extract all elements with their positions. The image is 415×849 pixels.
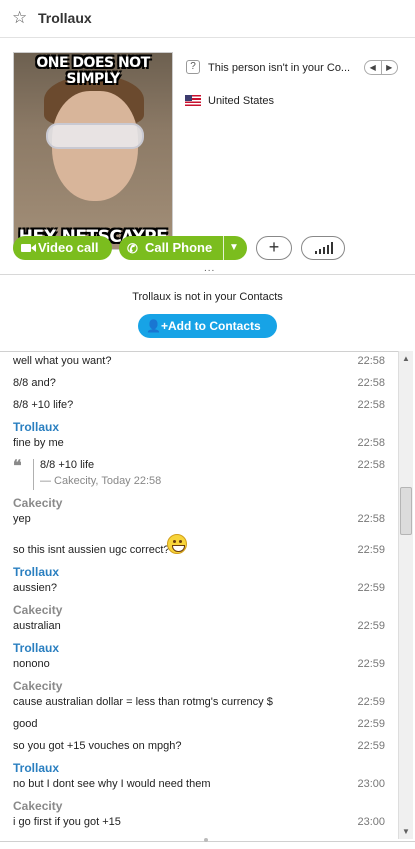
scroll-up-icon[interactable]: ▲ — [402, 354, 410, 363]
add-to-contacts-label: Add to Contacts — [168, 319, 261, 333]
message-text: i go first if you got +15 — [13, 816, 121, 828]
chevron-down-icon[interactable]: ▼ — [229, 236, 239, 260]
message-text: cause australian dollar = less than rotm… — [13, 696, 273, 708]
quote-icon: ❝ — [13, 458, 22, 475]
message-time: 22:58 — [357, 399, 385, 411]
message-time: 22:59 — [357, 696, 385, 708]
message-text: 8/8 +10 life? — [13, 399, 74, 411]
video-camera-icon — [21, 244, 36, 252]
add-person-icon: 👤+ — [146, 319, 168, 333]
message-text: no but I dont see why I would need them — [13, 778, 211, 790]
message-text: so this isnt aussien ugc correct? — [13, 544, 170, 556]
avatar[interactable]: ONE DOES NOT SIMPLY HEX NETSCAYPE — [13, 52, 173, 250]
more-handle[interactable]: ... — [204, 263, 215, 274]
call-phone-button[interactable]: ✆ Call Phone ▼ — [119, 236, 247, 260]
message-time: 23:00 — [357, 778, 385, 790]
avatar-glasses — [46, 123, 144, 149]
arrow-left-icon[interactable]: ◀ — [365, 61, 381, 74]
sender-name[interactable]: Trollaux — [13, 641, 59, 655]
divider — [0, 274, 415, 275]
sender-name[interactable]: Cakecity — [13, 679, 62, 693]
add-to-contacts-button[interactable]: 👤+ Add to Contacts — [138, 314, 277, 338]
chat-transcript[interactable] — [0, 351, 398, 839]
message-time: 22:58 — [357, 355, 385, 367]
contact-name: Trollaux — [38, 10, 92, 26]
message-time: 22:59 — [357, 740, 385, 752]
video-call-label: Video call — [38, 240, 99, 255]
phone-icon: ✆ — [127, 241, 138, 256]
sender-name[interactable]: Cakecity — [13, 496, 62, 510]
message-text: yep — [13, 513, 31, 525]
meme-top-text: ONE DOES NOT SIMPLY — [36, 55, 150, 87]
quoted-message-text: 8/8 +10 life — [40, 459, 95, 471]
message-time: 22:58 — [357, 437, 385, 449]
sender-name[interactable]: Trollaux — [13, 761, 59, 775]
message-time: 22:59 — [357, 658, 385, 670]
video-call-button[interactable]: Video call — [13, 236, 112, 260]
plus-icon: + — [268, 237, 280, 257]
sender-name[interactable]: Cakecity — [13, 799, 62, 813]
sender-name[interactable]: Cakecity — [13, 603, 62, 617]
message-time: 22:58 — [357, 513, 385, 525]
star-icon[interactable]: ☆ — [12, 8, 27, 28]
not-in-contacts-notice: Trollaux is not in your Contacts — [132, 291, 283, 303]
message-time: 22:58 — [357, 459, 385, 471]
message-time: 23:00 — [357, 816, 385, 828]
message-text: aussien? — [13, 582, 58, 594]
message-time: 22:59 — [357, 620, 385, 632]
country-label: United States — [208, 95, 275, 107]
add-participant-button[interactable]: + — [256, 236, 292, 260]
info-pager: ◀ ▶ — [364, 60, 398, 75]
scroll-thumb[interactable] — [400, 487, 412, 535]
message-text: nonono — [13, 658, 50, 670]
scroll-down-icon[interactable]: ▼ — [402, 827, 410, 836]
message-text: 8/8 and? — [13, 377, 56, 389]
message-text: australian — [13, 620, 61, 632]
message-text: well what you want? — [13, 355, 112, 367]
message-text: so you got +15 vouches on mpgh? — [13, 740, 182, 752]
message-text: good — [13, 718, 38, 730]
message-time: 22:59 — [357, 718, 385, 730]
call-button-separator — [223, 236, 224, 260]
message-time: 22:59 — [357, 544, 385, 556]
arrow-right-icon[interactable]: ▶ — [380, 61, 398, 74]
sender-name[interactable]: Trollaux — [13, 565, 59, 579]
sender-name[interactable]: Trollaux — [13, 420, 59, 434]
us-flag-icon — [185, 95, 201, 106]
message-time: 22:59 — [357, 582, 385, 594]
message-time: 22:58 — [357, 377, 385, 389]
resize-handle[interactable] — [204, 838, 208, 842]
grin-emoji-icon — [167, 534, 187, 554]
call-phone-label: Call Phone — [145, 240, 213, 255]
contact-status-text: This person isn't in your Co... — [208, 62, 351, 74]
quote-bar — [33, 459, 34, 490]
conversation-header: ☆ Trollaux — [0, 0, 415, 38]
message-text: fine by me — [13, 437, 64, 449]
call-quality-button[interactable] — [301, 236, 345, 260]
profile-panel: ONE DOES NOT SIMPLY HEX NETSCAYPE ? This… — [0, 38, 415, 250]
signal-bars-icon — [315, 242, 335, 254]
question-icon: ? — [186, 60, 200, 74]
chat-scrollbar[interactable]: ▲ ▼ — [398, 351, 413, 839]
quoted-message-meta: — Cakecity, Today 22:58 — [40, 475, 162, 487]
